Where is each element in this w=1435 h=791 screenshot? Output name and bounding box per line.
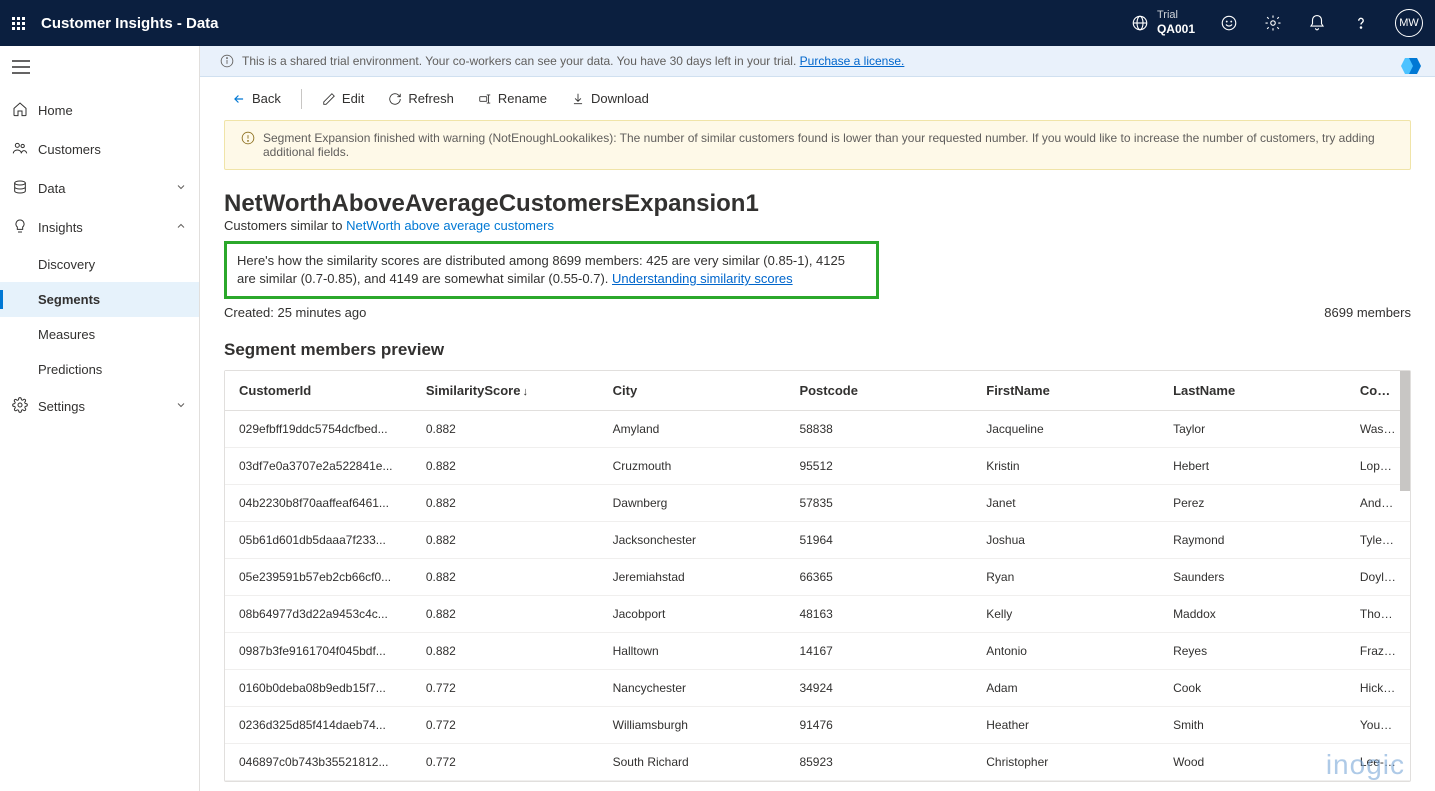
chevron-down-icon — [175, 399, 187, 414]
members-table: CustomerIdSimilarityScore↓CityPostcodeFi… — [224, 370, 1411, 782]
sidebar-item-label: Measures — [38, 327, 95, 342]
warning-banner: Segment Expansion finished with warning … — [224, 120, 1411, 170]
home-icon — [12, 101, 28, 120]
source-segment-link[interactable]: NetWorth above average customers — [346, 218, 554, 233]
table-row[interactable]: 03df7e0a3707e2a522841e...0.882Cruzmouth9… — [225, 448, 1410, 485]
created-label: Created: 25 minutes ago — [224, 305, 366, 320]
chevron-down-icon — [175, 181, 187, 196]
table-row[interactable]: 08b64977d3d22a9453c4c...0.882Jacobport48… — [225, 596, 1410, 633]
back-button[interactable]: Back — [224, 87, 289, 110]
rename-button[interactable]: Rename — [470, 87, 555, 110]
trial-env-picker[interactable]: Trial QA001 — [1131, 9, 1195, 37]
globe-icon — [1131, 14, 1149, 32]
sidebar-item-label: Predictions — [38, 362, 102, 377]
column-header[interactable]: FirstName — [972, 371, 1159, 411]
data-icon — [12, 179, 28, 198]
similarity-help-link[interactable]: Understanding similarity scores — [612, 271, 793, 286]
sidebar-item-predictions[interactable]: Predictions — [0, 352, 199, 387]
settings-icon — [12, 397, 28, 416]
sidebar-item-measures[interactable]: Measures — [0, 317, 199, 352]
column-header[interactable]: City — [599, 371, 786, 411]
bell-icon[interactable] — [1307, 13, 1327, 33]
trial-name: QA001 — [1157, 22, 1195, 36]
sidebar-item-segments[interactable]: Segments — [0, 282, 199, 317]
chevron-up-icon — [175, 220, 187, 235]
warning-text: Segment Expansion finished with warning … — [263, 131, 1394, 159]
trial-banner: This is a shared trial environment. Your… — [200, 46, 1435, 77]
help-icon[interactable] — [1351, 13, 1371, 33]
sidebar-item-label: Insights — [38, 220, 83, 235]
table-row[interactable]: 0160b0deba08b9edb15f7...0.772Nancycheste… — [225, 670, 1410, 707]
scrollbar-thumb[interactable] — [1400, 371, 1410, 491]
download-button[interactable]: Download — [563, 87, 657, 110]
feedback-icon[interactable] — [1219, 13, 1239, 33]
table-row[interactable]: 029efbff19ddc5754dcfbed...0.882Amyland58… — [225, 411, 1410, 448]
rename-icon — [478, 92, 492, 106]
content-area: This is a shared trial environment. Your… — [200, 46, 1435, 791]
top-bar: Customer Insights - Data Trial QA001 MW — [0, 0, 1435, 46]
sidebar-item-home[interactable]: Home — [0, 91, 199, 130]
edit-button[interactable]: Edit — [314, 87, 372, 110]
warning-icon — [241, 131, 255, 145]
sidebar-item-label: Segments — [38, 292, 100, 307]
preview-title: Segment members preview — [224, 340, 1411, 360]
sidebar-item-label: Customers — [38, 142, 101, 157]
insights-icon — [12, 218, 28, 237]
table-row[interactable]: 05e239591b57eb2cb66cf0...0.882Jeremiahst… — [225, 559, 1410, 596]
info-icon — [220, 54, 234, 68]
arrow-left-icon — [232, 92, 246, 106]
column-header[interactable]: SimilarityScore↓ — [412, 371, 599, 411]
waffle-icon[interactable] — [12, 17, 25, 30]
column-header[interactable]: Postcode — [785, 371, 972, 411]
customers-icon — [12, 140, 28, 159]
table-row[interactable]: 046897c0b743b35521812...0.772South Richa… — [225, 744, 1410, 781]
sidebar-item-label: Home — [38, 103, 73, 118]
segment-subtitle: Customers similar to NetWorth above aver… — [224, 218, 1411, 233]
table-row[interactable]: 0236d325d85f414daeb74...0.772Williamsbur… — [225, 707, 1410, 744]
app-title: Customer Insights - Data — [41, 15, 219, 32]
sidebar-item-label: Data — [38, 181, 65, 196]
sidebar-item-data[interactable]: Data — [0, 169, 199, 208]
hamburger-icon[interactable] — [0, 46, 199, 91]
table-row[interactable]: 05b61d601db5daaa7f233...0.882Jacksonches… — [225, 522, 1410, 559]
table-row[interactable]: 04b2230b8f70aaffeaf6461...0.882Dawnberg5… — [225, 485, 1410, 522]
sidebar-item-insights[interactable]: Insights — [0, 208, 199, 247]
avatar[interactable]: MW — [1395, 9, 1423, 37]
pencil-icon — [322, 92, 336, 106]
purchase-license-link[interactable]: Purchase a license. — [800, 54, 905, 68]
sort-desc-icon: ↓ — [522, 386, 528, 398]
sidebar-item-customers[interactable]: Customers — [0, 130, 199, 169]
similarity-summary: Here's how the similarity scores are dis… — [224, 241, 879, 299]
column-header[interactable]: LastName — [1159, 371, 1346, 411]
sidebar-item-discovery[interactable]: Discovery — [0, 247, 199, 282]
banner-text: This is a shared trial environment. Your… — [242, 54, 800, 68]
column-header[interactable]: CustomerId — [225, 371, 412, 411]
table-row[interactable]: 0987b3fe9161704f045bdf...0.882Halltown14… — [225, 633, 1410, 670]
sidebar-item-label: Discovery — [38, 257, 95, 272]
refresh-icon — [388, 92, 402, 106]
toolbar: Back Edit Refresh Rename Download — [200, 77, 1435, 120]
copilot-icon[interactable] — [1399, 54, 1423, 78]
download-icon — [571, 92, 585, 106]
gear-icon[interactable] — [1263, 13, 1283, 33]
member-count: 8699 members — [1324, 305, 1411, 320]
segment-title: NetWorthAboveAverageCustomersExpansion1 — [224, 190, 1411, 218]
trial-label: Trial — [1157, 9, 1195, 22]
refresh-button[interactable]: Refresh — [380, 87, 462, 110]
sidebar: Home Customers Data Insights Discovery Segmen… — [0, 46, 200, 791]
sidebar-item-label: Settings — [38, 399, 85, 414]
sidebar-item-settings[interactable]: Settings — [0, 387, 199, 426]
